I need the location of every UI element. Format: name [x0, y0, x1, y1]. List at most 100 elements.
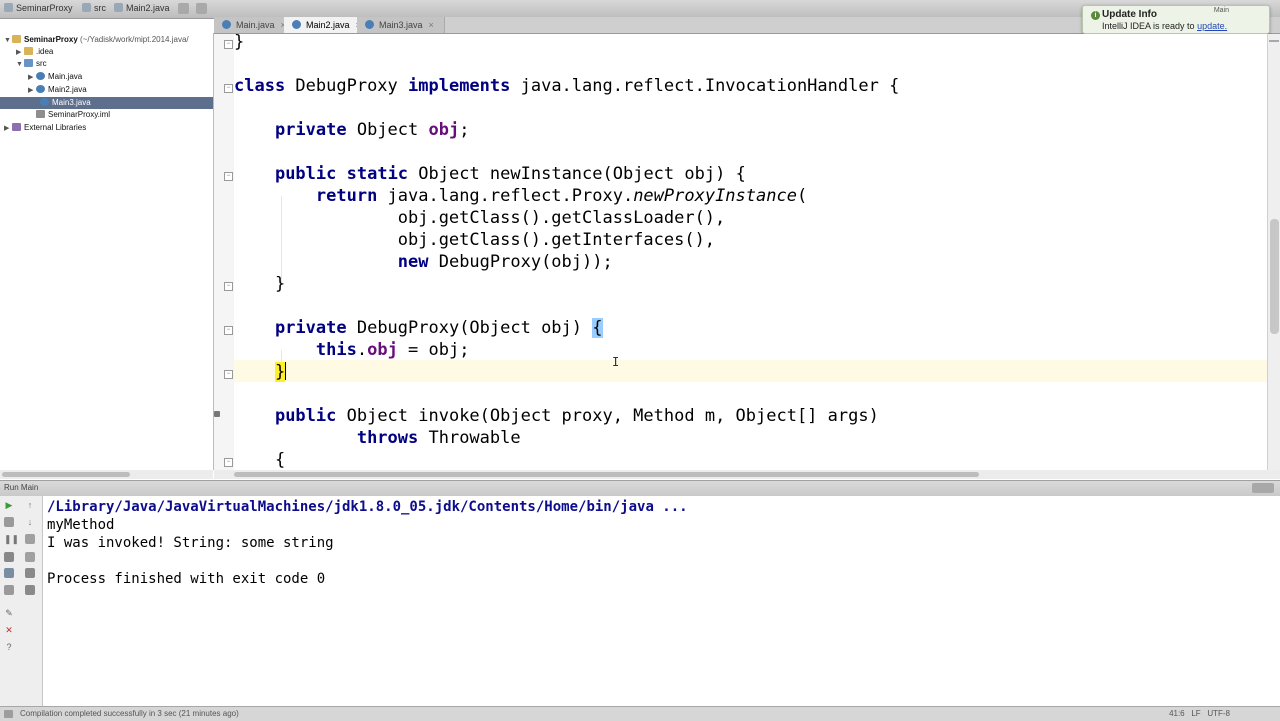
fold-icon[interactable]: − [224, 370, 233, 379]
console-line: Process finished with exit code 0 [47, 571, 326, 587]
breadcrumb-project[interactable]: SeminarProxy [4, 3, 73, 13]
scrollbar-thumb[interactable] [1270, 219, 1279, 334]
stop-icon[interactable] [4, 517, 14, 527]
java-file-icon [114, 3, 123, 12]
tree-node-root[interactable]: ▼ SeminarProxy (~/Yadisk/work/mipt.2014.j… [4, 34, 189, 46]
line-separator[interactable]: LF [1191, 709, 1200, 718]
java-class-icon [36, 85, 45, 93]
code-line: obj.getClass().getInterfaces(), [234, 230, 716, 250]
java-class-icon [36, 72, 45, 80]
code-line: private DebugProxy(Object obj) { [274, 318, 603, 338]
tree-node-iml[interactable]: SeminarProxy.iml [28, 109, 110, 121]
update-link[interactable]: update. [1197, 21, 1227, 31]
run-icon[interactable] [196, 3, 207, 14]
close-icon[interactable]: ✕ [4, 625, 14, 635]
library-icon [12, 123, 21, 131]
rerun-icon[interactable]: ▶ [4, 500, 14, 510]
code-line: return java.lang.reflect.Proxy.newProxyI… [315, 186, 808, 206]
folder-icon [82, 3, 91, 12]
settings-icon[interactable] [4, 585, 14, 595]
console-line: myMethod [47, 517, 115, 533]
error-stripe-mark[interactable] [1269, 40, 1279, 42]
pin-icon[interactable]: ✎ [4, 608, 14, 618]
collapse-arrow-icon[interactable]: ▶ [28, 85, 36, 97]
project-tree: ▼ SeminarProxy (~/Yadisk/work/mipt.2014.j… [0, 33, 214, 470]
help-icon[interactable]: ? [4, 642, 14, 652]
status-message[interactable]: Compilation completed successfully in 3 … [20, 709, 239, 718]
caret-position[interactable]: 41:6 [1169, 709, 1185, 718]
implements-marker-icon[interactable] [214, 411, 220, 417]
code-line: { [234, 450, 286, 470]
java-class-icon [222, 20, 231, 29]
code-line: obj.getClass().getClassLoader(), [234, 208, 726, 228]
java-class-icon [365, 20, 374, 29]
java-class-icon [40, 98, 49, 106]
restore-layout-icon[interactable] [4, 568, 14, 578]
source-folder-icon [24, 59, 33, 67]
matched-brace: } [274, 362, 286, 382]
info-icon: i [1091, 11, 1100, 20]
tree-node-main2-java[interactable]: ▶ Main2.java [28, 84, 87, 96]
down-arrow-icon[interactable]: ↓ [25, 517, 35, 527]
fold-icon[interactable]: − [224, 326, 233, 335]
scroll-to-end-icon[interactable] [25, 552, 35, 562]
editor-horizontal-scrollbar[interactable] [214, 470, 1280, 479]
code-line: } [234, 274, 286, 294]
collapse-arrow-icon[interactable]: ▶ [28, 72, 36, 84]
file-encoding[interactable]: UTF-8 [1207, 709, 1230, 718]
code-line: throws Throwable [356, 428, 521, 448]
fold-icon[interactable]: − [224, 458, 233, 467]
popup-title: Update Info [1102, 9, 1157, 20]
tree-node-src[interactable]: ▼ src [16, 58, 47, 70]
popup-text: IntelliJ IDEA is ready to update. [1102, 21, 1228, 31]
caret-line-highlight [234, 360, 1267, 382]
code-line: this.obj = obj; [315, 340, 470, 360]
run-tab[interactable]: Run Main [4, 483, 38, 492]
java-class-icon [292, 20, 301, 29]
fold-icon[interactable]: − [224, 282, 233, 291]
tree-node-main3-java[interactable]: Main3.java [0, 97, 213, 109]
dump-threads-icon[interactable] [4, 552, 14, 562]
code-line: new DebugProxy(obj)); [397, 252, 613, 272]
fold-icon[interactable]: − [224, 172, 233, 181]
expand-arrow-icon[interactable]: ▼ [4, 35, 12, 47]
close-icon[interactable]: × [429, 20, 434, 30]
build-icon[interactable] [178, 3, 189, 14]
fold-icon[interactable]: − [224, 84, 233, 93]
tree-node-idea[interactable]: ▶ .idea [16, 46, 53, 58]
scrollbar-thumb[interactable] [2, 472, 130, 477]
code-line: private Object obj; [274, 120, 470, 140]
update-info-popup[interactable]: i Main Update Info IntelliJ IDEA is read… [1082, 5, 1270, 34]
tree-node-main-java[interactable]: ▶ Main.java [28, 71, 82, 83]
code-editor[interactable]: − − − − − − − } class DebugProxy impleme… [214, 34, 1267, 470]
fold-icon[interactable]: − [224, 40, 233, 49]
tree-node-external-libraries[interactable]: ▶ External Libraries [4, 122, 86, 134]
status-info: 41:6 LF UTF-8 [1169, 709, 1230, 718]
expand-arrow-icon[interactable]: ▼ [16, 59, 24, 71]
matched-brace: { [592, 318, 603, 338]
project-horizontal-scrollbar[interactable] [0, 470, 213, 479]
breadcrumb-folder[interactable]: src [82, 3, 106, 13]
code-line-current: } [234, 361, 287, 383]
project-icon [4, 3, 13, 12]
run-panel-header: Run Main [0, 480, 1280, 497]
console-output[interactable]: /Library/Java/JavaVirtualMachines/jdk1.8… [43, 496, 1280, 706]
collapse-arrow-icon[interactable]: ▶ [4, 123, 12, 135]
clear-all-icon[interactable] [25, 585, 35, 595]
folder-icon [24, 47, 33, 55]
breadcrumb-file[interactable]: Main2.java [114, 3, 170, 13]
code-line: public Object invoke(Object proxy, Metho… [274, 406, 879, 426]
console-command-line: /Library/Java/JavaVirtualMachines/jdk1.8… [47, 499, 688, 515]
soft-wrap-icon[interactable] [25, 534, 35, 544]
iml-file-icon [36, 110, 45, 118]
tab-main3-java[interactable]: Main3.java × [357, 17, 445, 33]
pause-icon[interactable]: ❚❚ [4, 534, 19, 544]
tool-windows-icon[interactable] [4, 710, 13, 718]
up-arrow-icon[interactable]: ↑ [25, 500, 35, 510]
editor-vertical-scrollbar[interactable] [1267, 34, 1280, 470]
print-icon[interactable] [25, 568, 35, 578]
scrollbar-thumb[interactable] [234, 472, 979, 477]
gear-icon[interactable] [1252, 483, 1274, 493]
run-config-label: Main [1213, 7, 1229, 14]
status-bar: Compilation completed successfully in 3 … [0, 706, 1280, 721]
